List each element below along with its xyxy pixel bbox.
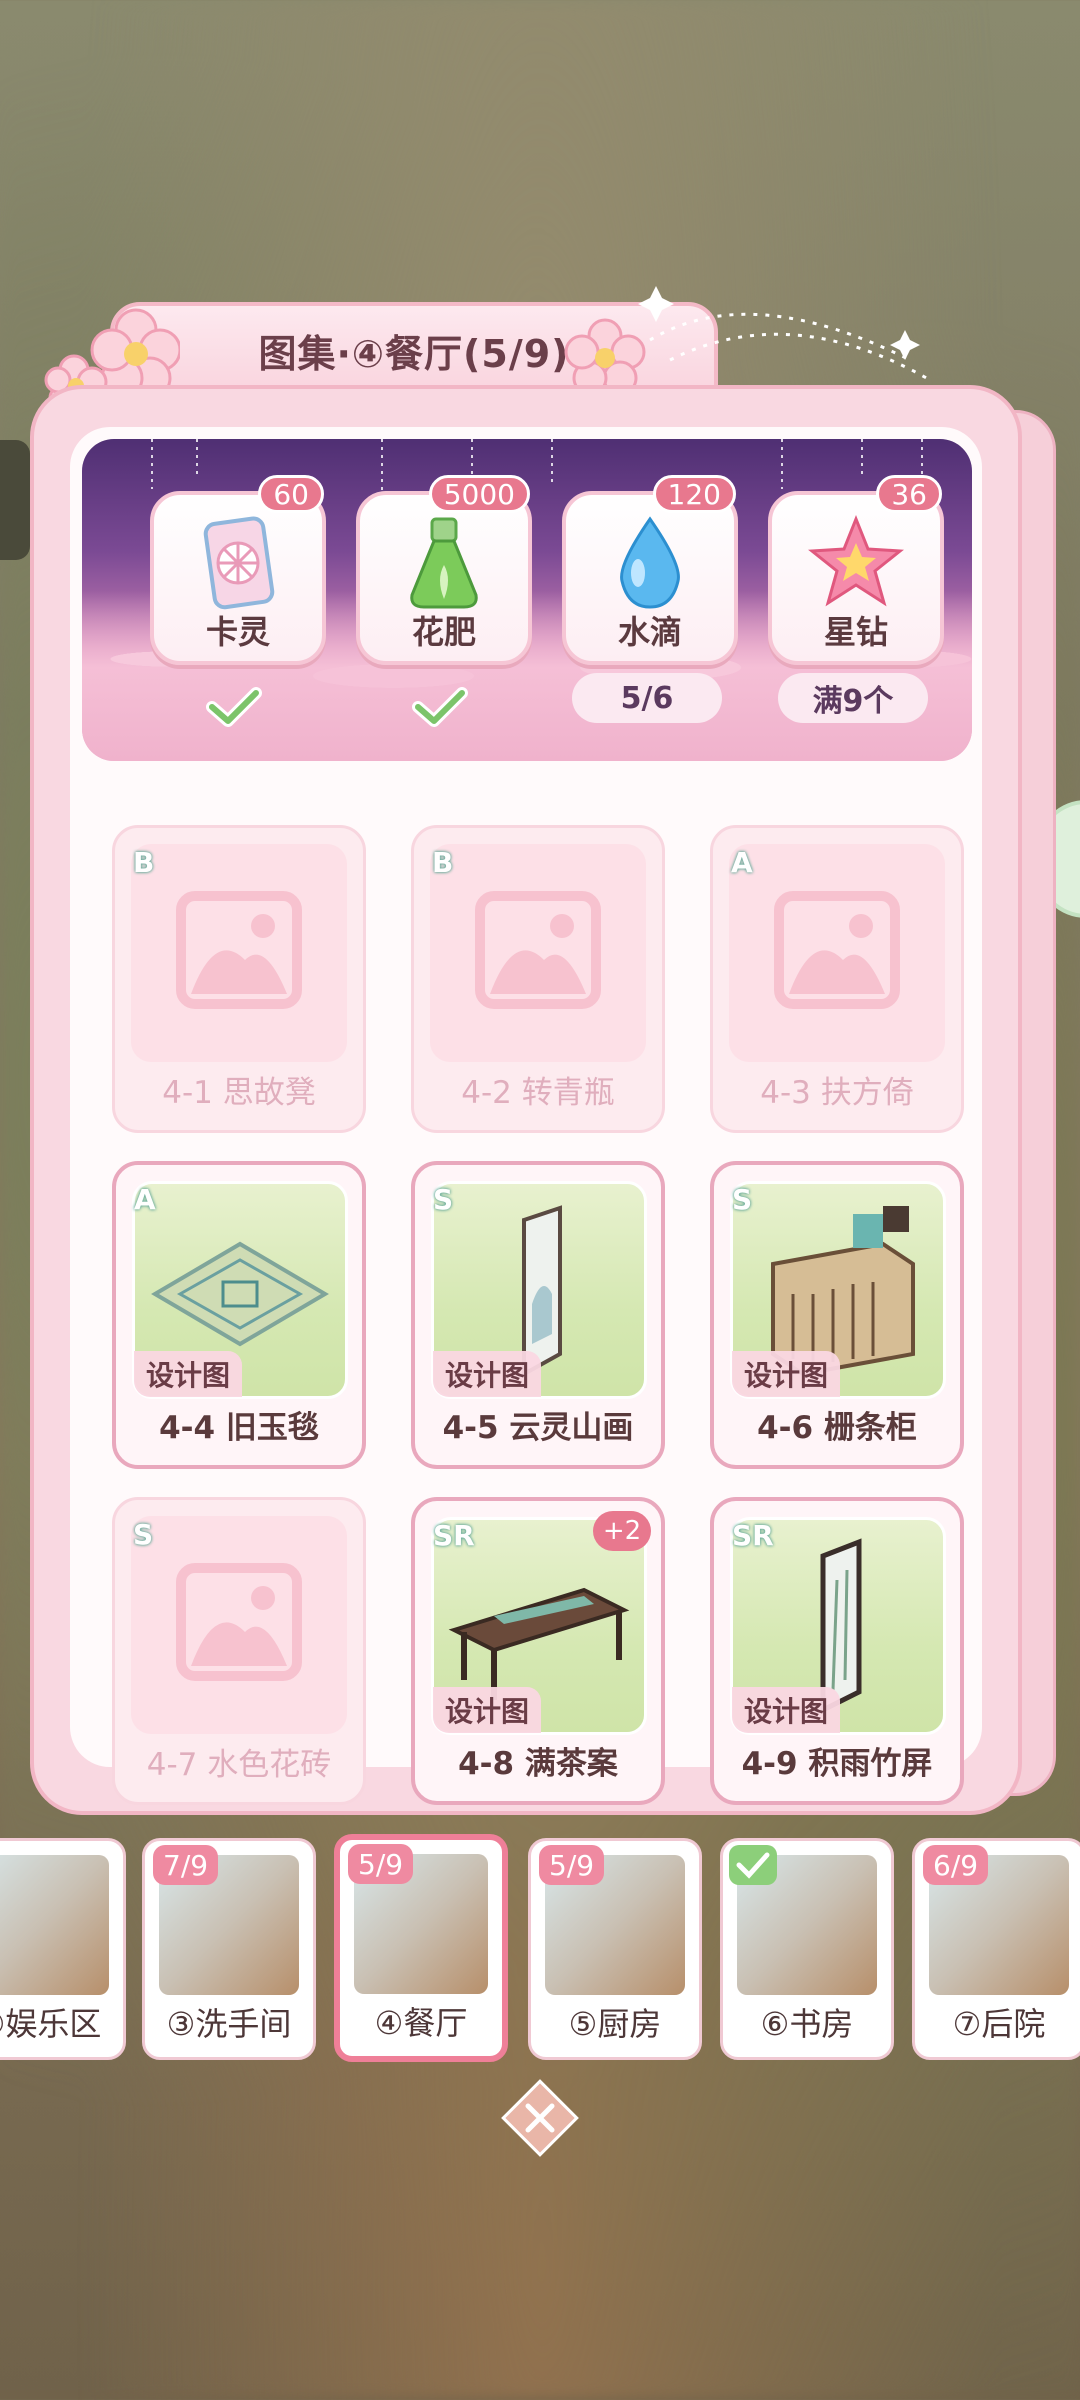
reward-count: 60 [258, 475, 324, 513]
blueprint-tag: 设计图 [732, 1687, 841, 1733]
image-placeholder-icon [774, 891, 900, 1009]
image-placeholder-icon [176, 1563, 302, 1681]
room-tab-bar: ②娱乐区 7/9 ③洗手间 5/9 ④餐厅 5/9 ⑤厨房 ⑥书房 6/9 ⑦后… [0, 1834, 1080, 2066]
item-label: 4-3 扶方倚 [760, 1075, 914, 1111]
collection-item[interactable]: S 4-7 水色花砖 [112, 1497, 366, 1805]
image-placeholder-icon [475, 891, 601, 1009]
reward-name: 水滴 [617, 613, 682, 651]
rarity-badge: S [433, 1183, 454, 1216]
collection-item[interactable]: A 设计图 4-4 旧玉毯 [112, 1161, 366, 1469]
rarity-badge: B [133, 846, 155, 879]
item-label: 4-9 积雨竹屏 [741, 1746, 933, 1782]
reward-name: 卡灵 [205, 613, 270, 651]
tab-label: ⑥书房 [760, 2005, 854, 2043]
tab-backyard[interactable]: 6/9 ⑦后院 [912, 1838, 1080, 2060]
tab-kitchen[interactable]: 5/9 ⑤厨房 [528, 1838, 702, 2060]
item-label: 4-1 思故凳 [162, 1075, 316, 1111]
rarity-badge: A [134, 1183, 156, 1216]
close-button[interactable] [500, 2078, 580, 2158]
claimed-check-icon [206, 687, 262, 727]
collection-item[interactable]: SR +2 设计图 4-8 满茶案 [411, 1497, 665, 1805]
tab-label: ②娱乐区 [0, 2005, 102, 2043]
item-label: 4-6 栅条柜 [757, 1410, 917, 1446]
blueprint-tag: 设计图 [134, 1351, 243, 1397]
rarity-badge: B [432, 846, 454, 879]
collection-item[interactable]: B 4-1 思故凳 [112, 825, 366, 1133]
fertilizer-flask-icon [410, 517, 478, 609]
reward-count: 36 [876, 475, 942, 513]
collection-item[interactable]: B 4-2 转青瓶 [411, 825, 665, 1133]
item-thumbnail [131, 1516, 347, 1734]
item-label: 4-4 旧玉毯 [159, 1410, 319, 1446]
rarity-badge: S [133, 1518, 154, 1551]
star-diamond-icon [808, 514, 904, 607]
reward-count: 120 [652, 475, 736, 513]
item-label: 4-8 满茶案 [458, 1746, 618, 1782]
item-label: 4-5 云灵山画 [442, 1410, 634, 1446]
tab-label: ⑦后院 [952, 2005, 1046, 2043]
item-thumbnail [430, 844, 646, 1062]
tab-progress-badge: 6/9 [923, 1845, 989, 1885]
rarity-badge: SR [732, 1519, 774, 1552]
reward-fertilizer[interactable]: 5000 花肥 [356, 475, 532, 665]
item-label: 4-7 水色花砖 [146, 1747, 332, 1783]
blueprint-tag: 设计图 [433, 1687, 542, 1733]
collection-item[interactable]: SR 设计图 4-9 积雨竹屏 [710, 1497, 964, 1805]
tab-study[interactable]: ⑥书房 [720, 1838, 894, 2060]
reward-name: 花肥 [411, 613, 476, 651]
collection-item[interactable]: A 4-3 扶方倚 [710, 825, 964, 1133]
item-thumbnail [131, 844, 347, 1062]
tab-progress-badge: 5/9 [348, 1844, 414, 1884]
tab-entertainment[interactable]: ②娱乐区 [0, 1838, 126, 2060]
claimed-check-icon [412, 687, 468, 727]
blueprint-tag: 设计图 [732, 1351, 841, 1397]
side-expand-tab[interactable] [0, 440, 30, 560]
tab-label: ⑤厨房 [568, 2005, 662, 2043]
reward-card[interactable]: 60 卡灵 [150, 475, 326, 665]
rarity-badge: A [731, 846, 753, 879]
album-card: 60 卡灵 5000 花肥 120 水滴 36 星钻 5/6 满9个 B 4-1… [30, 385, 1022, 1815]
tab-dining-room[interactable]: 5/9 ④餐厅 [334, 1834, 508, 2062]
water-drop-icon [620, 516, 680, 609]
reward-name: 星钻 [823, 613, 888, 651]
reward-star-diamond[interactable]: 36 星钻 [768, 475, 944, 665]
room-thumbnail [0, 1855, 109, 1995]
item-thumbnail [729, 844, 945, 1062]
album-card-inner: 60 卡灵 5000 花肥 120 水滴 36 星钻 5/6 满9个 B 4-1… [70, 427, 982, 1805]
rarity-badge: SR [433, 1519, 475, 1552]
reward-requirement: 满9个 [778, 673, 928, 723]
reward-strip: 60 卡灵 5000 花肥 120 水滴 36 星钻 5/6 满9个 [82, 439, 972, 761]
tab-label: ④餐厅 [374, 2004, 468, 2042]
sparkle-string-decoration [638, 286, 931, 382]
tab-label: ③洗手间 [166, 2005, 292, 2043]
rarity-badge: S [732, 1183, 753, 1216]
card-icon [203, 516, 275, 610]
tab-progress-badge: 5/9 [539, 1845, 605, 1885]
collection-item[interactable]: S 设计图 4-5 云灵山画 [411, 1161, 665, 1469]
item-label: 4-2 转青瓶 [461, 1075, 615, 1111]
tab-progress-badge: 7/9 [153, 1845, 219, 1885]
reward-progress: 5/6 [572, 673, 722, 723]
reward-count: 5000 [428, 475, 530, 513]
extra-count-badge: +2 [593, 1511, 651, 1551]
blueprint-tag: 设计图 [433, 1351, 542, 1397]
page-title: 图集·④餐厅(5/9) [258, 331, 570, 376]
complete-check-icon [729, 1845, 777, 1885]
tab-restroom[interactable]: 7/9 ③洗手间 [142, 1838, 316, 2060]
reward-water-drop[interactable]: 120 水滴 [562, 475, 738, 665]
collection-item[interactable]: S 设计图 4-6 栅条柜 [710, 1161, 964, 1469]
image-placeholder-icon [176, 891, 302, 1009]
